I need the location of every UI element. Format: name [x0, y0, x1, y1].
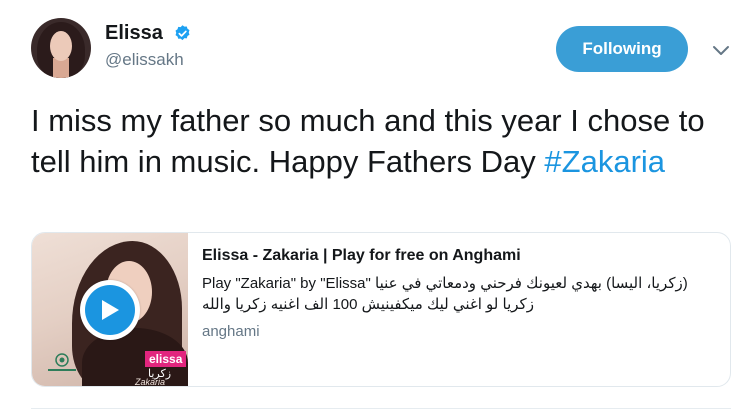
avatar-neck [53, 58, 69, 78]
card-thumbnail[interactable]: elissa زكريا Zakaria [32, 233, 188, 387]
avatar-face [50, 31, 72, 61]
hashtag-link[interactable]: #Zakaria [544, 144, 665, 179]
card-description: Play "Zakaria" by "Elissa" (زكريا، اليسا… [202, 273, 722, 315]
chevron-down-icon[interactable] [711, 44, 731, 58]
play-icon [102, 300, 119, 320]
card-domain[interactable]: anghami [202, 323, 722, 340]
label-logo-icon [48, 353, 76, 371]
following-button[interactable]: Following [556, 26, 688, 72]
play-button[interactable] [80, 280, 140, 340]
avatar[interactable] [31, 18, 91, 78]
tweet-text: I miss my father so much and this year I… [31, 100, 711, 182]
verified-badge-icon [175, 25, 190, 41]
link-card[interactable]: elissa زكريا Zakaria Elissa - Zakaria | … [31, 232, 731, 387]
card-title[interactable]: Elissa - Zakaria | Play for free on Angh… [202, 247, 722, 265]
card-description-en: Play "Zakaria" by "Elissa" [202, 275, 376, 292]
divider [31, 408, 731, 409]
thumbnail-subtitle: Zakaria [135, 377, 166, 387]
tweet: Elissa @elissakh Following I miss my fat… [0, 0, 745, 411]
user-name[interactable]: Elissa [105, 22, 163, 45]
thumbnail-badge: elissa [145, 351, 187, 367]
card-body[interactable]: Elissa - Zakaria | Play for free on Angh… [202, 247, 722, 340]
play-button-inner [85, 285, 135, 335]
user-handle[interactable]: @elissakh [105, 50, 184, 70]
